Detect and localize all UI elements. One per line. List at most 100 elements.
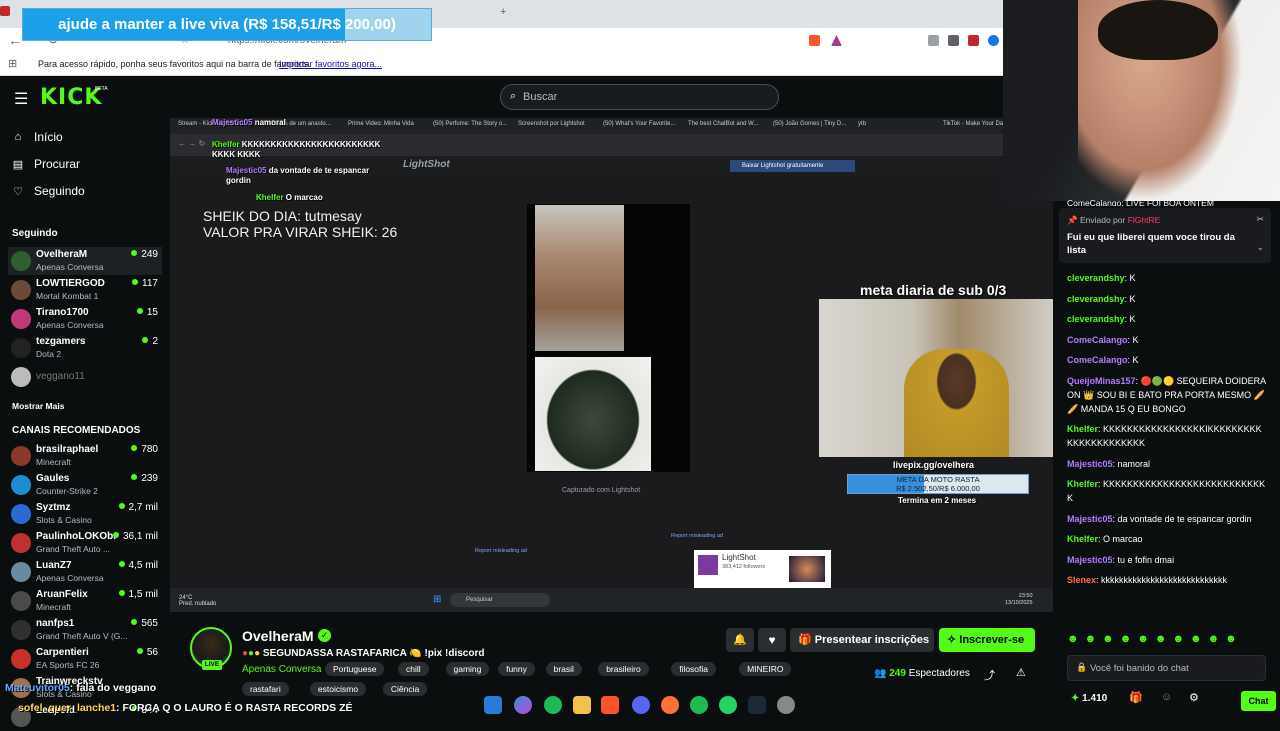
menu-icon[interactable]: ☰ [14,89,28,109]
gift-subs-button[interactable]: 🎁 Presentear inscrições [790,628,934,652]
chat-input[interactable] [1090,656,1260,680]
chat-username[interactable]: Khelfer [1067,479,1098,489]
stream-tag[interactable]: chill [398,662,429,676]
brave-shield-icon[interactable] [809,35,820,46]
kick-logo[interactable]: KICK [40,85,102,110]
pin-icon: 📌 [1067,215,1078,225]
brave-icon[interactable] [601,696,619,714]
nav-home[interactable]: ⌂ Início [12,130,63,144]
unpin-icon[interactable]: ✂ [1256,214,1264,225]
chat-username[interactable]: Khelfer [1067,534,1098,544]
channel-viewer-count: 15 [136,307,158,318]
stream-tag[interactable]: brasil [545,662,582,676]
report-icon[interactable]: ⚠ [1016,666,1026,679]
shield-extension-icon[interactable] [968,35,979,46]
chat-username[interactable]: Majestic05 [1067,555,1113,565]
sidebar-channel-tirano1700[interactable]: Tirano1700 Apenas Conversa 15 [8,305,162,333]
whatsapp-icon[interactable] [719,696,737,714]
sidebar-channel-paulinholokobr[interactable]: PaulinhoLOKObr Grand Theft Auto ... 36,1 m… [8,529,162,557]
captured-tab: (50) What's Your Favorite... [603,121,676,127]
chat-username[interactable]: cleverandshy [1067,294,1125,304]
profile-icon[interactable] [988,35,999,46]
rewards-icon[interactable] [831,35,842,46]
settings-icon[interactable] [777,696,795,714]
show-more-link[interactable]: Mostrar Mais [12,401,64,411]
sidebar-channel-nanfps1[interactable]: nanfps1 Grand Theft Auto V (G... 565 [8,616,162,644]
emote-bar[interactable]: ☻☻☻☻☻☻☻☻☻☻ [1067,633,1243,645]
sidebar-channel-veggano11[interactable]: veggano11 [8,363,162,391]
captured-taskbar: 24°C Pred. nublado ⊞ Pesquisar 23:50 13/… [170,588,1053,612]
stream-category[interactable]: Apenas Conversa [242,664,322,675]
nav-following[interactable]: ♡ Seguindo [12,184,85,198]
video-player[interactable]: Stream - Kick Dashboard melhores de um an… [170,118,1053,612]
channel-points[interactable]: ✦ 1.410 [1071,693,1107,704]
chat-username[interactable]: Slenex [1067,575,1096,585]
stream-tag[interactable]: brasileiro [598,662,649,676]
guest-person [904,349,1009,457]
share-icon[interactable]: ⤴ [984,667,995,683]
channel-viewer-count: 780 [131,444,158,455]
stream-tag[interactable]: Portuguese [325,662,385,676]
channel-viewer-count: 249 [131,249,158,260]
chat-username[interactable]: Khelfer [1067,424,1098,434]
sidebar-channel-tezgamers[interactable]: tezgamers Dota 2 2 [8,334,162,362]
notification-button[interactable]: 🔔 [726,628,754,652]
sidebar-channel-luanz7[interactable]: LuanZ7 Apenas Conversa 4,5 mil [8,558,162,586]
chat-message: ComeCalango: K [1067,334,1139,345]
new-tab-icon[interactable]: + [500,6,506,18]
discord-icon[interactable] [632,696,650,714]
stream-tag[interactable]: gaming [445,662,490,676]
bookmarks-bar: ⊞ Para acesso rápido, ponha seus favorit… [0,54,1003,76]
windows-start-icon[interactable] [484,696,502,714]
chat-username[interactable]: QueijoMinas157 [1067,376,1136,386]
emote-picker-icon[interactable]: ☺ [1161,691,1172,703]
apps-grid-icon[interactable]: ⊞ [8,57,17,70]
overlay-chat-line: Majestic05 namoral [212,118,286,127]
chat-username[interactable]: ComeCalango [1067,355,1128,365]
gift-icon[interactable]: 🎁 [1129,691,1143,704]
stream-tag[interactable]: filosofia [671,662,717,676]
subscribe-button[interactable]: ✧ Inscrever-se [939,628,1035,652]
chat-username[interactable]: cleverandshy [1067,273,1125,283]
chat-input-box[interactable]: 🔒 [1067,655,1266,681]
channel-name: AruanFelix [36,589,88,600]
stream-tag[interactable]: rastafari [242,682,289,696]
firefox-icon[interactable] [661,696,679,714]
chat-send-button[interactable]: Chat [1241,691,1276,711]
sidebar-channel-syztmz[interactable]: Syztmz Slots & Casino 2,7 mil [8,500,162,528]
import-bookmarks-link[interactable]: Importar favoritos agora... [279,59,382,69]
chevron-down-icon[interactable]: ⌄ [1256,242,1264,253]
sidebar-channel-gaules[interactable]: Gaules Counter-Strike 2 239 [8,471,162,499]
search-icon: ⌕ [510,90,517,102]
search-input[interactable] [523,85,763,109]
chat-username[interactable]: Majestic05 [1067,514,1113,524]
sidebar-channel-ovelheram[interactable]: OvelheraM Apenas Conversa 249 [8,247,162,275]
gear-icon[interactable]: ⚙ [1189,691,1199,704]
extension-icon[interactable] [928,35,939,46]
chat-username[interactable]: ComeCalango [1067,335,1128,345]
nav-browse[interactable]: ▤ Procurar [12,157,80,171]
sidebar-channel-brasilraphael[interactable]: brasilraphael Minecraft 780 [8,442,162,470]
chat-username[interactable]: cleverandshy [1067,314,1125,324]
search-box[interactable]: ⌕ [500,84,779,110]
sidebar-channel-aruanfelix[interactable]: AruanFelix Minecraft 1,5 mil [8,587,162,615]
folder-icon[interactable] [573,696,591,714]
lock-icon: 🔒 [1076,662,1088,672]
streamer-name[interactable]: OvelheraM [242,628,314,644]
galaxy-thumbnail [789,556,825,582]
spotify-icon[interactable] [544,696,562,714]
stream-tag[interactable]: funny [498,662,535,676]
stream-tag[interactable]: Ciência [382,682,428,696]
steam-icon[interactable] [748,696,766,714]
stream-tag[interactable]: MINEIRO [739,662,792,676]
follow-button[interactable]: ♥ [758,628,786,652]
channel-viewer-count: 2 [142,336,158,347]
copilot-icon[interactable] [514,696,532,714]
back-arrow-icon[interactable]: ← [8,32,22,48]
sidebar-channel-lowtiergod[interactable]: LOWTIERGOD Mortal Kombat 1 117 [8,276,162,304]
puzzle-icon[interactable] [948,35,959,46]
chat-username[interactable]: Majestic05 [1067,459,1113,469]
stream-tag[interactable]: estoicismo [309,682,367,696]
spotify-icon[interactable] [690,696,708,714]
sidebar-channel-carpentieri[interactable]: Carpentieri EA Sports FC 26 56 [8,645,162,673]
